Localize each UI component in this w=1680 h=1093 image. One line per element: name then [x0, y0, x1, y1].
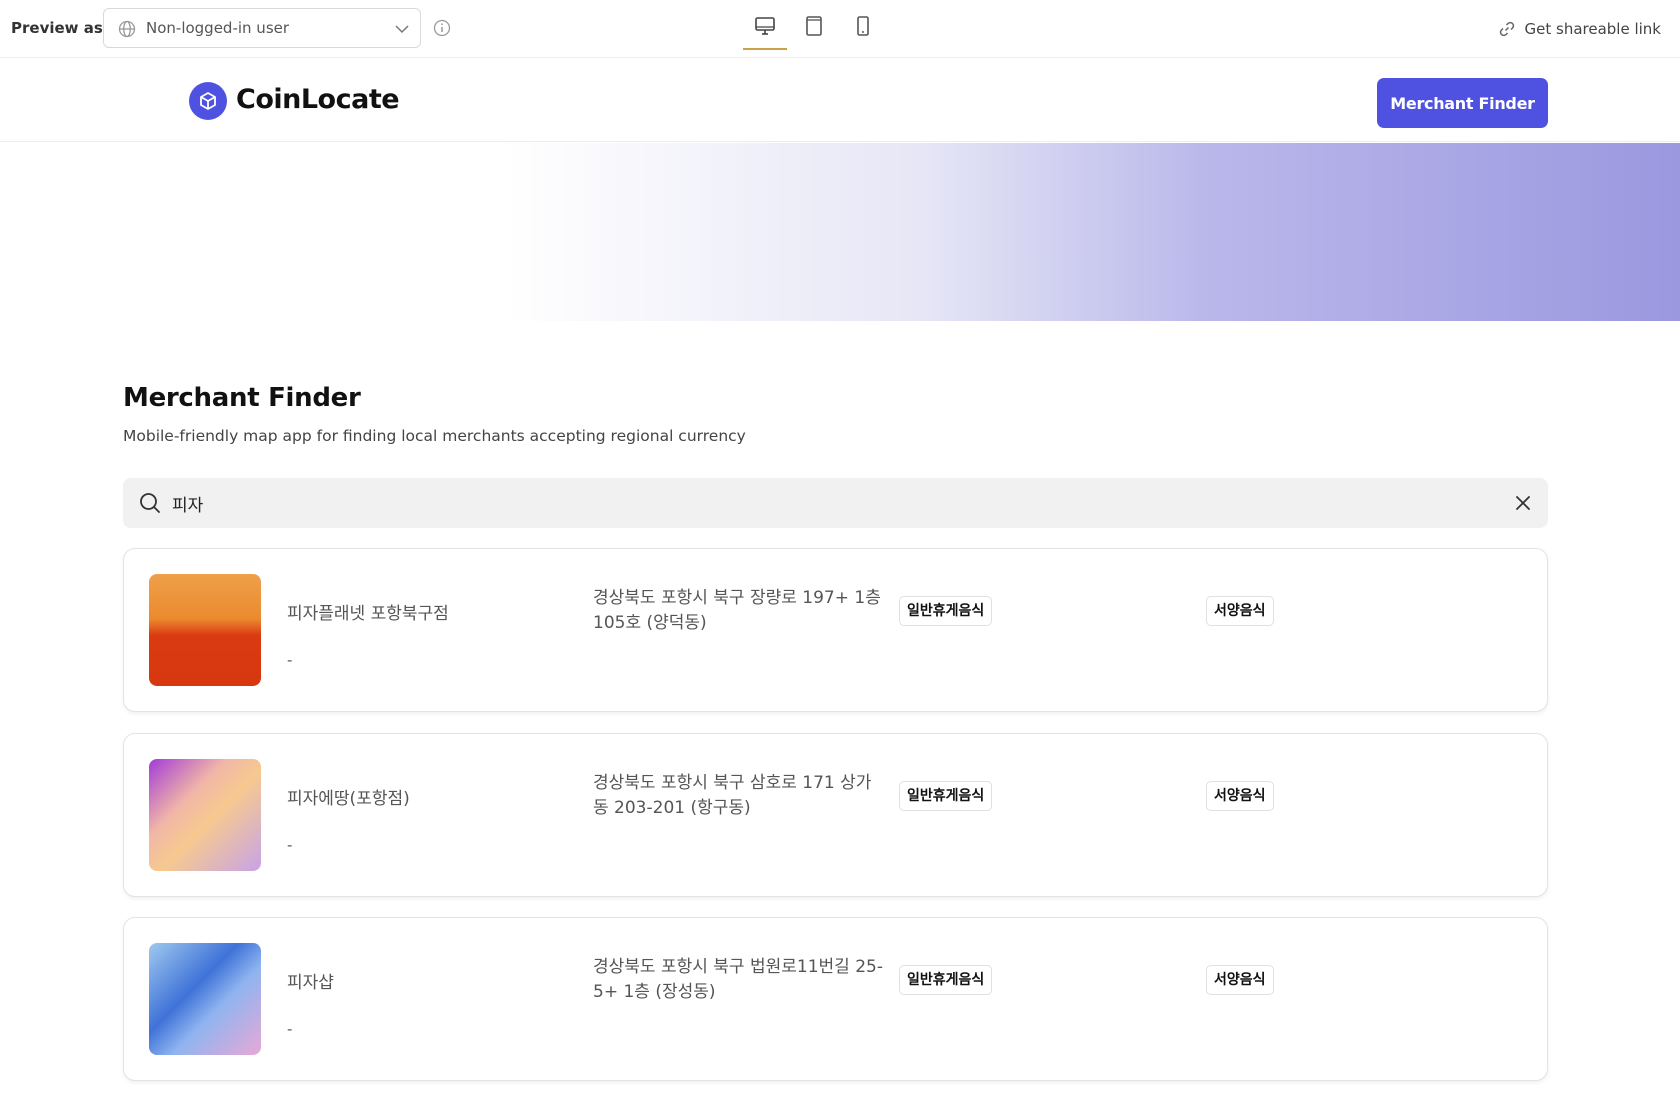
preview-toolbar: Preview as: Non-logged-in user Get share…	[0, 0, 1680, 58]
brand-name[interactable]: CoinLocate	[236, 84, 400, 115]
preview-as-label: Preview as:	[11, 19, 109, 37]
device-tablet-button[interactable]	[792, 12, 836, 50]
search-icon	[140, 493, 160, 513]
merchant-thumbnail	[149, 943, 261, 1055]
page-subtitle: Mobile-friendly map app for finding loca…	[123, 427, 746, 445]
close-icon[interactable]	[1514, 494, 1532, 512]
logo-icon[interactable]	[189, 82, 227, 120]
merchant-category-badge: 일반휴게음식	[899, 965, 993, 995]
shareable-link-label: Get shareable link	[1524, 20, 1662, 38]
chevron-down-icon	[395, 25, 409, 34]
info-icon[interactable]	[433, 19, 451, 37]
merchant-phone: -	[287, 836, 293, 854]
search-bar	[123, 478, 1548, 528]
merchant-thumbnail	[149, 759, 261, 871]
preview-user-value: Non-logged-in user	[146, 19, 290, 37]
preview-user-select[interactable]: Non-logged-in user	[103, 8, 421, 48]
page-title: Merchant Finder	[123, 383, 361, 413]
merchant-category-badge: 일반휴게음식	[899, 596, 993, 626]
merchant-name: 피자샵	[287, 973, 334, 993]
tablet-icon	[806, 16, 822, 36]
search-input[interactable]	[172, 488, 1472, 518]
merchant-name: 피자에땅(포항점)	[287, 789, 410, 809]
desktop-icon	[755, 17, 775, 35]
merchant-address: 경상북도 포항시 북구 법원로11번길 25-5+ 1층 (장성동)	[593, 957, 883, 1002]
merchant-name: 피자플래넷 포항북구점	[287, 604, 449, 624]
hero-banner	[0, 143, 1680, 321]
merchant-address: 경상북도 포항시 북구 삼호로 171 상가동 203-201 (항구동)	[593, 773, 872, 818]
shareable-link-button[interactable]: Get shareable link	[1498, 19, 1662, 39]
merchant-address: 경상북도 포항시 북구 장량로 197+ 1층 105호 (양덕동)	[593, 588, 881, 633]
link-icon	[1499, 21, 1514, 37]
device-desktop-button[interactable]	[743, 12, 787, 50]
merchant-thumbnail	[149, 574, 261, 686]
merchant-phone: -	[287, 651, 293, 669]
merchant-phone: -	[287, 1020, 293, 1038]
app-header: CoinLocate Merchant Finder	[0, 59, 1680, 142]
merchant-finder-button[interactable]: Merchant Finder	[1377, 78, 1548, 128]
merchant-card[interactable]: 피자샵 - 경상북도 포항시 북구 법원로11번길 25-5+ 1층 (장성동)…	[123, 917, 1548, 1081]
device-mobile-button[interactable]	[841, 12, 885, 50]
merchant-category-badge: 일반휴게음식	[899, 781, 993, 811]
cube-icon	[200, 92, 216, 110]
mobile-icon	[857, 16, 869, 36]
merchant-cuisine-badge: 서양음식	[1206, 965, 1274, 995]
merchant-card[interactable]: 피자플래넷 포항북구점 - 경상북도 포항시 북구 장량로 197+ 1층 10…	[123, 548, 1548, 712]
merchant-card[interactable]: 피자에땅(포항점) - 경상북도 포항시 북구 삼호로 171 상가동 203-…	[123, 733, 1548, 897]
merchant-cuisine-badge: 서양음식	[1206, 596, 1274, 626]
globe-icon	[118, 20, 136, 38]
merchant-cuisine-badge: 서양음식	[1206, 781, 1274, 811]
